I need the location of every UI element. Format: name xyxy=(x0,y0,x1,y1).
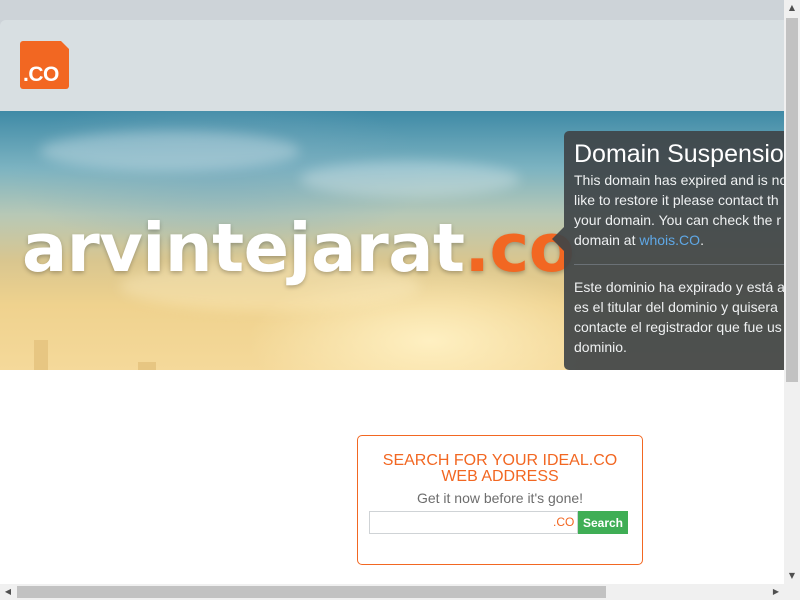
search-title: SEARCH FOR YOUR IDEAL.CO WEB ADDRESS xyxy=(382,452,618,485)
vertical-scroll-thumb[interactable] xyxy=(786,18,798,382)
popup-text-line: Este dominio ha expirado y está a xyxy=(574,279,784,295)
popup-divider xyxy=(574,264,784,265)
popup-pointer xyxy=(552,227,564,251)
domain-search-box: SEARCH FOR YOUR IDEAL.CO WEB ADDRESS Get… xyxy=(357,435,643,565)
popup-text-line: es el titular del dominio y quisera xyxy=(574,299,778,315)
skyline-decoration xyxy=(138,362,156,370)
scroll-left-arrow-icon[interactable]: ◀ xyxy=(0,584,16,600)
domain-name-heading: arvintejarat.co xyxy=(22,209,575,287)
domain-base: arvintejarat xyxy=(22,209,465,287)
popup-text-line: your domain. You can check the r xyxy=(574,212,782,228)
cloud-decoration xyxy=(300,161,520,197)
popup-title: Domain Suspension xyxy=(574,140,784,168)
co-logo[interactable]: .CO xyxy=(20,41,69,89)
search-row: .CO Search xyxy=(369,511,629,534)
popup-text-line: This domain has expired and is no xyxy=(574,172,784,188)
domain-search-input[interactable] xyxy=(369,511,578,534)
popup-text-line: dominio. xyxy=(574,339,627,355)
page-viewport: .CO arvintejarat.co Domain Suspension Th… xyxy=(0,0,784,584)
popup-text-line: domain at whois.CO. xyxy=(574,230,784,250)
whois-link[interactable]: whois.CO xyxy=(639,232,700,248)
search-subtitle: Get it now before it's gone! xyxy=(416,490,584,506)
logo-text: .CO xyxy=(23,63,59,86)
scroll-right-arrow-icon[interactable]: ▶ xyxy=(768,584,784,600)
search-button[interactable]: Search xyxy=(578,511,628,534)
popup-spanish-text: Este dominio ha expirado y está a es el … xyxy=(574,277,784,357)
popup-text-fragment: domain at xyxy=(574,232,640,248)
scrollbar-corner xyxy=(784,584,800,600)
popup-text-fragment: . xyxy=(700,232,704,248)
tld-suffix-label: .CO xyxy=(553,515,575,529)
vertical-scrollbar[interactable]: ▲ ▼ xyxy=(784,0,800,584)
skyline-decoration xyxy=(34,340,48,370)
scroll-down-arrow-icon[interactable]: ▼ xyxy=(784,568,800,584)
horizontal-scroll-thumb[interactable] xyxy=(17,586,606,598)
domain-suspension-popup: Domain Suspension This domain has expire… xyxy=(552,131,784,370)
scroll-up-arrow-icon[interactable]: ▲ xyxy=(784,0,800,16)
popup-english-text: This domain has expired and is no like t… xyxy=(574,170,784,250)
popup-text-line: contacte el registrador que fue us xyxy=(574,319,782,335)
cloud-decoration xyxy=(40,131,300,171)
site-header: .CO xyxy=(0,20,784,111)
popup-text-line: like to restore it please contact th xyxy=(574,192,779,208)
horizontal-scrollbar[interactable]: ◀ ▶ xyxy=(0,584,784,600)
